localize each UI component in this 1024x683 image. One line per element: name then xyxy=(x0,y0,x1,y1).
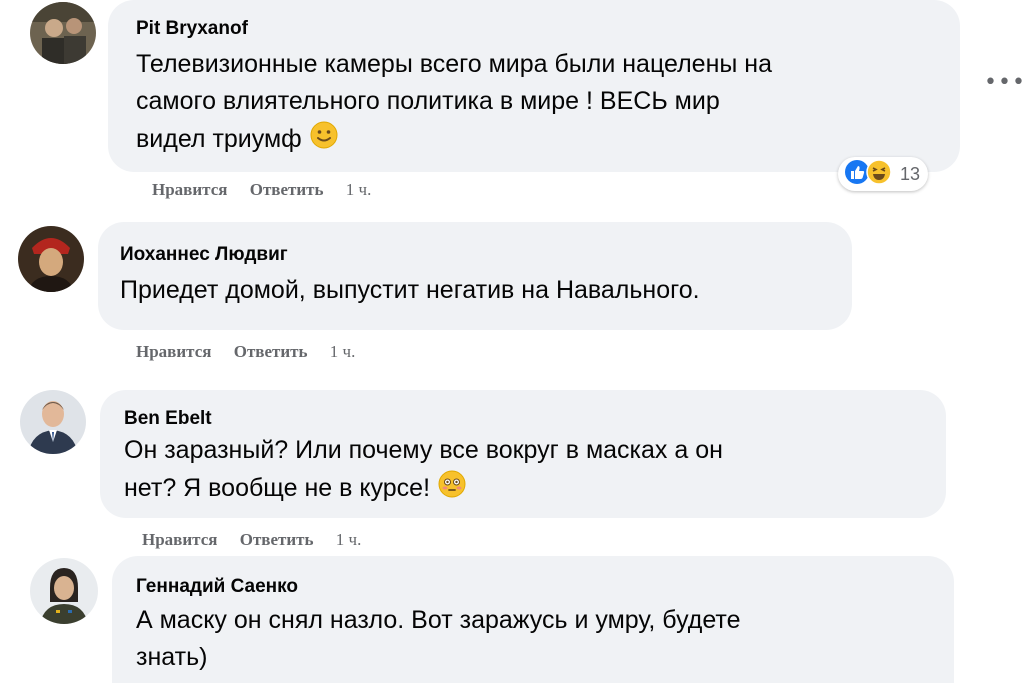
avatar[interactable] xyxy=(20,390,86,454)
comment-text-fragment: видел триумф xyxy=(136,125,302,154)
slightly-smiling-face-icon xyxy=(309,120,339,161)
comment-timestamp[interactable]: 1 ч. xyxy=(336,530,362,549)
comment-text-line: самого влиятельного политика в мире ! ВЕ… xyxy=(136,87,720,115)
like-link[interactable]: Нравится xyxy=(136,342,211,361)
avatar[interactable] xyxy=(18,226,84,292)
comment-text: Телевизионные камеры всего мира были нац… xyxy=(136,46,960,161)
more-options-icon[interactable]: ••• xyxy=(984,70,1024,95)
avatar[interactable] xyxy=(30,2,96,64)
comment-bubble: Pit Bryxanof Телевизионные камеры всего … xyxy=(108,0,960,172)
comment-text-line: нет? Я вообще не в курсе! xyxy=(124,469,946,510)
reply-link[interactable]: Ответить xyxy=(250,180,324,199)
comment-actions: Нравится Ответить 1 ч. xyxy=(136,342,373,362)
like-link[interactable]: Нравится xyxy=(142,530,217,549)
comment-text-line: видел триумф xyxy=(136,120,960,161)
comment-text-line: Он заразный? Или почему все вокруг в мас… xyxy=(124,436,723,464)
comment-author[interactable]: Иоханнес Людвиг xyxy=(120,244,852,266)
reply-link[interactable]: Ответить xyxy=(240,530,314,549)
comment-bubble: Геннадий Саенко А маску он снял назло. В… xyxy=(112,556,954,683)
comment-actions: Нравится Ответить 1 ч. xyxy=(142,530,379,550)
comment-text-line: А маску он снял назло. Вот заражусь и ум… xyxy=(136,606,741,634)
comment-text-line: Телевизионные камеры всего мира были нац… xyxy=(136,50,772,78)
comment-bubble: Ben Ebelt Он заразный? Или почему все во… xyxy=(100,390,946,518)
reactions-summary[interactable]: 13 xyxy=(838,157,929,191)
comment-text: Он заразный? Или почему все вокруг в мас… xyxy=(124,432,946,510)
comment-timestamp[interactable]: 1 ч. xyxy=(330,342,356,361)
comment-text-fragment: нет? Я вообще не в курсе! xyxy=(124,474,431,503)
like-link[interactable]: Нравится xyxy=(152,180,227,199)
haha-icon xyxy=(866,158,892,190)
avatar[interactable] xyxy=(30,558,98,624)
comment-author[interactable]: Pit Bryxanof xyxy=(136,18,960,40)
flushed-face-icon xyxy=(437,469,467,510)
comment-text: А маску он снял назло. Вот заражусь и ум… xyxy=(136,602,954,676)
reaction-count: 13 xyxy=(900,163,921,184)
comment-author[interactable]: Геннадий Саенко xyxy=(136,576,954,598)
comment-text-line: знать) xyxy=(136,643,208,671)
comment-author[interactable]: Ben Ebelt xyxy=(124,408,946,430)
reply-link[interactable]: Ответить xyxy=(234,342,308,361)
comment-timestamp[interactable]: 1 ч. xyxy=(346,180,372,199)
comment-text: Приедет домой, выпустит негатив на Навал… xyxy=(120,272,852,309)
comment-actions: Нравится Ответить 1 ч. xyxy=(152,180,389,200)
comment-bubble: Иоханнес Людвиг Приедет домой, выпустит … xyxy=(98,222,852,330)
comment-text-line: Приедет домой, выпустит негатив на Навал… xyxy=(120,276,700,304)
